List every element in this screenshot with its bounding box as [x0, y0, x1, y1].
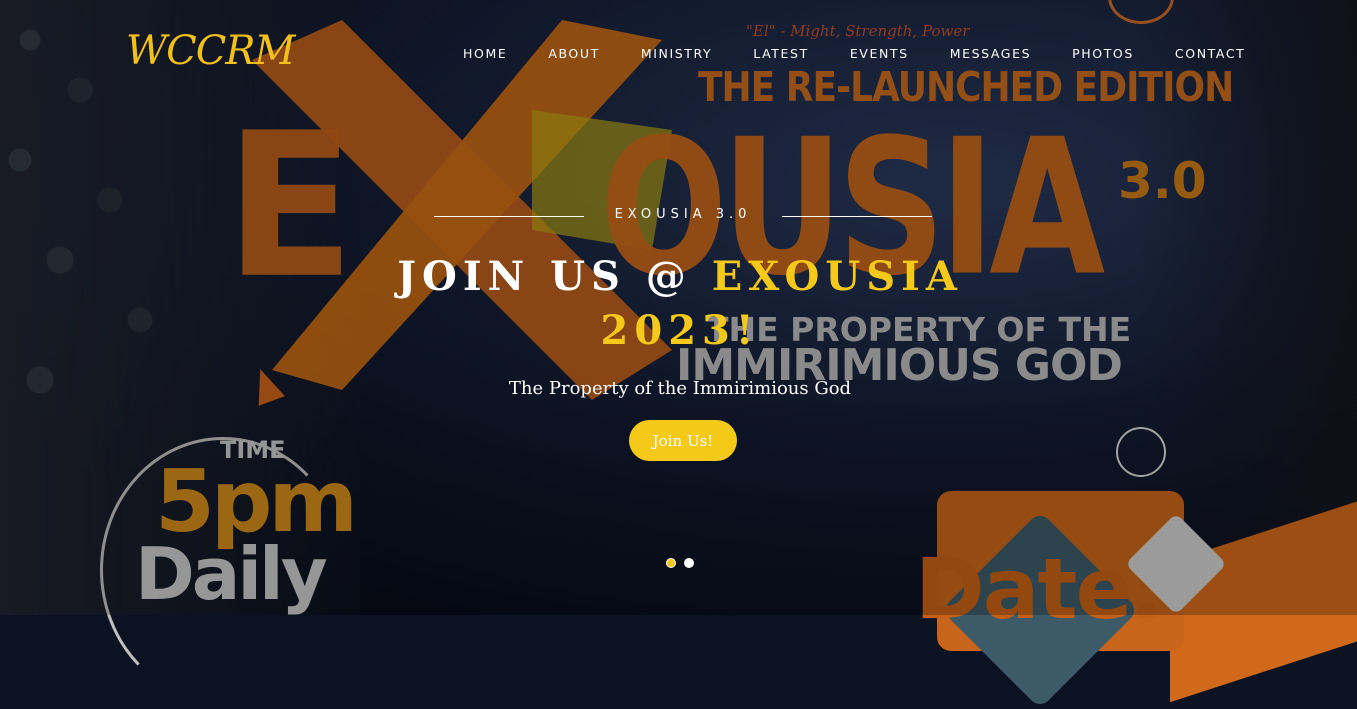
slider-pagination [666, 558, 702, 568]
slider-dot-1[interactable] [666, 558, 676, 568]
slider-dot-2[interactable] [684, 558, 694, 568]
nav-home[interactable]: HOME [463, 46, 507, 64]
slide-eyebrow-text: EXOUSIA 3.0 [614, 207, 752, 222]
nav-about[interactable]: ABOUT [548, 46, 600, 64]
nav-photos[interactable]: PHOTOS [1072, 46, 1134, 64]
eyebrow-line-right [782, 216, 932, 217]
slide-eyebrow: EXOUSIA 3.0 [434, 207, 932, 225]
nav-ministry[interactable]: MINISTRY [641, 46, 712, 64]
nav-messages[interactable]: MESSAGES [950, 46, 1031, 64]
nav-latest[interactable]: LATEST [753, 46, 809, 64]
site-logo[interactable]: WCCRM [126, 28, 295, 74]
main-nav: HOME ABOUT MINISTRY LATEST EVENTS MESSAG… [463, 46, 1245, 64]
slide-headline: JOIN US @ EXOUSIA 2023! [350, 250, 1010, 358]
headline-prefix: JOIN US @ [397, 253, 712, 300]
nav-contact[interactable]: CONTACT [1175, 46, 1245, 64]
join-us-button[interactable]: Join Us! [629, 420, 737, 461]
nav-events[interactable]: EVENTS [850, 46, 909, 64]
slide-tagline: The Property of the Immirimious God [508, 378, 852, 399]
